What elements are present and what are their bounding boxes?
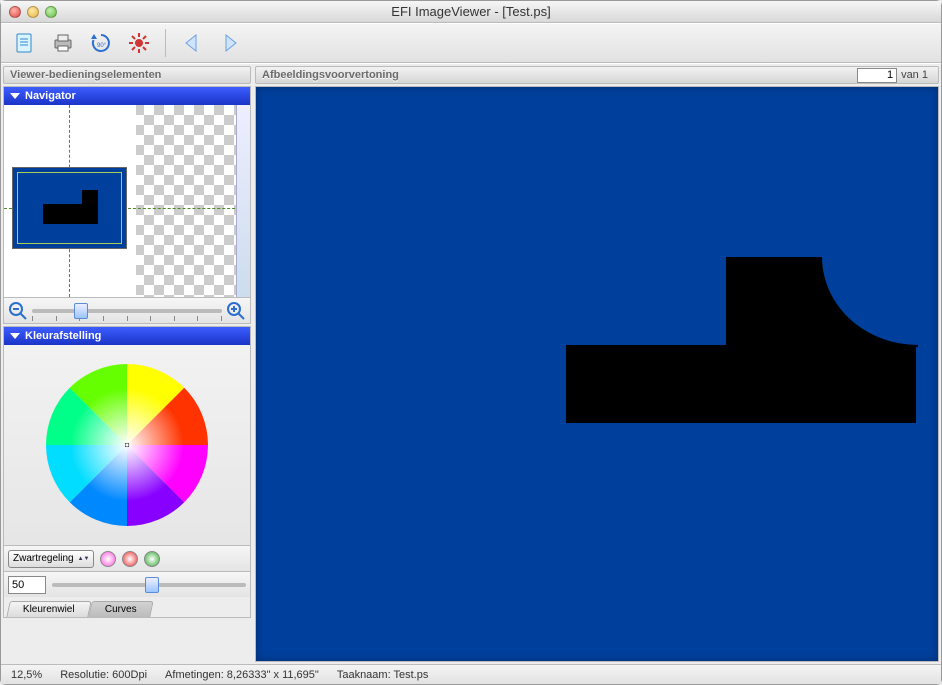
window-title: EFI ImageViewer - [Test.ps] (1, 4, 941, 19)
preview-header: Afbeeldingsvoorvertoning van 1 (255, 66, 939, 84)
color-header[interactable]: Kleurafstelling (4, 327, 250, 345)
tab-curves[interactable]: Curves (88, 601, 153, 617)
zoom-out-icon[interactable] (8, 301, 28, 321)
tab-kleurenwiel[interactable]: Kleurenwiel (6, 601, 91, 617)
color-dot-red[interactable] (122, 551, 138, 567)
back-button[interactable] (178, 29, 206, 57)
toolbar-separator (165, 29, 166, 57)
color-panel: Kleurafstelling (3, 326, 251, 618)
page-input[interactable] (857, 68, 897, 83)
zoom-in-icon[interactable] (226, 301, 246, 321)
value-input[interactable] (8, 576, 46, 594)
status-dimensions: Afmetingen: 8,26333" x 11,695" (165, 669, 319, 681)
navigator-scrollbar[interactable] (236, 105, 250, 297)
rotate-button[interactable]: 90° (87, 29, 115, 57)
settings-button[interactable] (125, 29, 153, 57)
navigator-header[interactable]: Navigator (4, 87, 250, 105)
value-row (4, 571, 250, 597)
print-button[interactable] (49, 29, 77, 57)
status-bar: 12,5% Resolutie: 600Dpi Afmetingen: 8,26… (1, 664, 941, 684)
svg-text:90°: 90° (97, 43, 107, 49)
sidebar-title: Viewer-bedieningselementen (3, 66, 251, 84)
status-zoom: 12,5% (11, 669, 42, 681)
main-area: Afbeeldingsvoorvertoning van 1 (253, 64, 941, 664)
status-resolution: Resolutie: 600Dpi (60, 669, 147, 681)
chevron-down-icon (10, 333, 20, 339)
chevron-down-icon (10, 93, 20, 99)
zoom-slider[interactable] (32, 305, 222, 317)
status-taskname: Taaknaam: Test.ps (337, 669, 429, 681)
zoom-bar (4, 297, 250, 323)
preview-title: Afbeeldingsvoorvertoning (262, 69, 399, 81)
document-button[interactable] (11, 29, 39, 57)
color-tabs: Kleurenwiel Curves (4, 597, 250, 617)
sidebar: Viewer-bedieningselementen Navigator (1, 64, 253, 664)
title-bar: EFI ImageViewer - [Test.ps] (1, 1, 941, 23)
color-dot-magenta[interactable] (100, 551, 116, 567)
preview-canvas[interactable] (255, 86, 939, 662)
value-slider[interactable] (52, 579, 246, 591)
forward-button[interactable] (216, 29, 244, 57)
color-label: Kleurafstelling (25, 330, 101, 342)
zwart-select[interactable]: Zwartregeling ▲▼ (8, 550, 94, 568)
toolbar: 90° (1, 23, 941, 63)
navigator-thumbnail[interactable] (4, 105, 250, 297)
navigator-label: Navigator (25, 90, 76, 102)
color-dot-green[interactable] (144, 551, 160, 567)
page-of-label: van 1 (897, 69, 932, 81)
color-wheel[interactable] (4, 345, 250, 545)
color-controls: Zwartregeling ▲▼ (4, 545, 250, 571)
navigator-panel: Navigator (3, 86, 251, 324)
